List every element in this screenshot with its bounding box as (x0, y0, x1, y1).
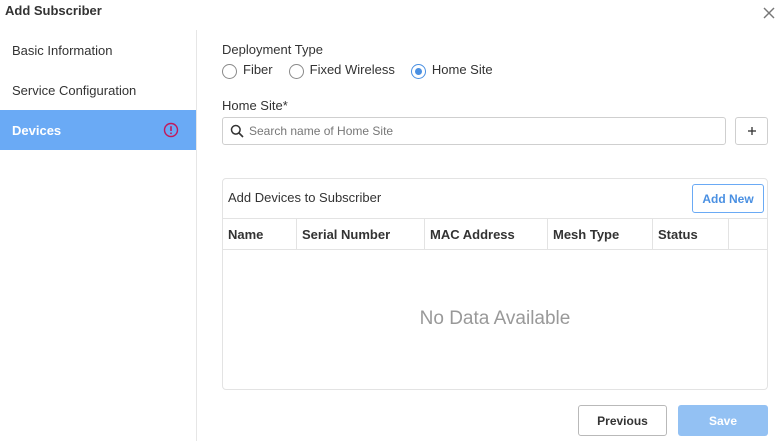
column-header-status[interactable]: Status (653, 219, 729, 249)
sidebar-item-label: Devices (12, 122, 62, 138)
home-site-label: Home Site* (222, 98, 288, 113)
sidebar: Basic Information Service Configuration … (0, 30, 197, 441)
empty-state-text: No Data Available (419, 308, 571, 329)
sidebar-item-devices[interactable]: Devices (0, 110, 196, 150)
radio-circle[interactable] (222, 64, 237, 79)
previous-button[interactable]: Previous (578, 405, 667, 436)
devices-table-header: Name Serial Number MAC Address Mesh Type… (223, 218, 767, 250)
radio-home-site[interactable]: Home Site (410, 62, 493, 79)
radio-label: Fixed Wireless (309, 62, 395, 77)
dialog-title: Add Subscriber (5, 3, 102, 18)
sidebar-item-service-configuration[interactable]: Service Configuration (0, 70, 196, 110)
warning-circle-icon (163, 122, 179, 138)
devices-card: Add Devices to Subscriber Add New Name S… (222, 178, 768, 390)
radio-label: Home Site (431, 62, 493, 77)
add-new-device-button[interactable]: Add New (692, 184, 764, 213)
deployment-type-radio-group: Fiber Fixed Wireless Home Site (222, 62, 509, 79)
home-site-search-input[interactable] (249, 124, 709, 138)
plus-icon (747, 127, 756, 135)
save-button[interactable]: Save (678, 405, 768, 436)
main-panel: Deployment Type Fiber Fixed Wireless Hom… (222, 0, 770, 441)
search-icon (230, 124, 244, 138)
home-site-search (222, 117, 726, 145)
radio-fixed-wireless[interactable]: Fixed Wireless (288, 62, 395, 79)
radio-circle[interactable] (288, 64, 304, 79)
add-home-site-button[interactable] (735, 117, 768, 145)
sidebar-item-label: Basic Information (12, 42, 113, 58)
devices-card-title: Add Devices to Subscriber (228, 190, 382, 205)
radio-fiber[interactable]: Fiber (222, 62, 273, 79)
radio-circle[interactable] (410, 64, 426, 79)
deployment-type-label: Deployment Type (222, 42, 323, 57)
column-header-serial-number[interactable]: Serial Number (297, 219, 425, 249)
column-header-name[interactable]: Name (223, 219, 297, 249)
sidebar-item-basic-information[interactable]: Basic Information (0, 30, 196, 70)
sidebar-item-label: Service Configuration (12, 82, 137, 98)
column-header-actions (729, 219, 767, 249)
radio-label: Fiber (243, 62, 273, 77)
column-header-mesh-type[interactable]: Mesh Type (548, 219, 653, 249)
column-header-mac-address[interactable]: MAC Address (425, 219, 548, 249)
